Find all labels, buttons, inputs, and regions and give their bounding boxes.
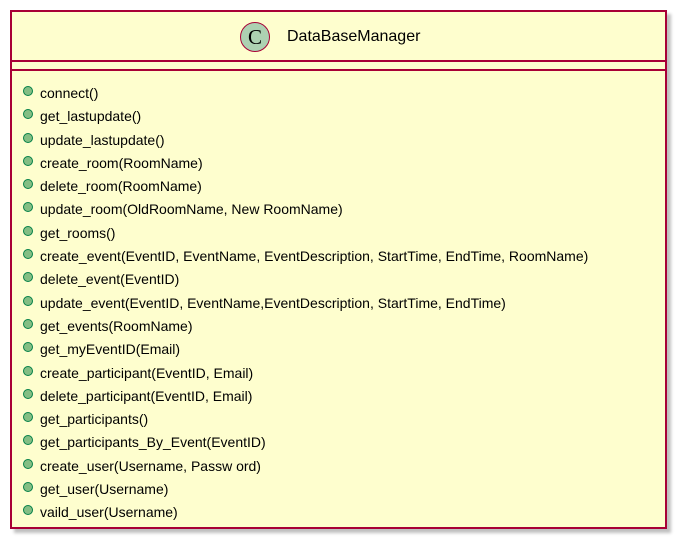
- methods-list: connect() get_lastupdate() update_lastupda…: [12, 82, 665, 525]
- method-item: create_user(Username, Passw ord): [12, 455, 665, 478]
- method-item: get_lastupdate(): [12, 105, 665, 128]
- method-signature: create_participant(EventID, Email): [40, 364, 254, 381]
- method-signature: vaild_user(Username): [40, 504, 178, 521]
- public-method-icon: [23, 249, 33, 260]
- method-signature: get_lastupdate(): [40, 108, 142, 125]
- method-signature: get_participants(): [40, 411, 149, 428]
- public-method-icon: [23, 318, 33, 329]
- method-signature: get_user(Username): [40, 481, 169, 498]
- class-header: C DataBaseManager: [12, 12, 665, 62]
- public-method-icon: [23, 458, 33, 469]
- method-signature: delete_participant(EventID, Email): [40, 387, 253, 404]
- method-item: update_lastupdate(): [12, 129, 665, 152]
- method-item: update_event(EventID, EventName,EventDes…: [12, 292, 665, 315]
- public-method-icon: [23, 365, 33, 376]
- method-item: get_participants(): [12, 408, 665, 431]
- methods-divider: [12, 69, 665, 71]
- method-item: get_participants_By_Event(EventID): [12, 431, 665, 454]
- public-method-icon: [23, 505, 33, 516]
- method-item: delete_event(EventID): [12, 268, 665, 291]
- method-item: delete_participant(EventID, Email): [12, 385, 665, 408]
- public-method-icon: [23, 155, 33, 166]
- public-method-icon: [23, 202, 33, 213]
- public-method-icon: [23, 109, 33, 120]
- public-method-icon: [23, 225, 33, 236]
- public-method-icon: [23, 435, 33, 446]
- public-method-icon: [23, 342, 33, 353]
- method-item: get_events(RoomName): [12, 315, 665, 338]
- class-stereotype-icon: C: [240, 22, 270, 52]
- method-signature: update_lastupdate(): [40, 131, 165, 148]
- public-method-icon: [23, 272, 33, 283]
- class-name: DataBaseManager: [287, 28, 421, 45]
- method-item: get_myEventID(Email): [12, 338, 665, 361]
- public-method-icon: [23, 132, 33, 143]
- method-signature: update_room(OldRoomName, New RoomName): [40, 201, 343, 218]
- method-signature: update_event(EventID, EventName,EventDes…: [40, 294, 506, 311]
- method-item: connect(): [12, 82, 665, 105]
- method-item: vaild_user(Username): [12, 501, 665, 524]
- public-method-icon: [23, 482, 33, 493]
- public-method-icon: [23, 388, 33, 399]
- method-item: create_room(RoomName): [12, 152, 665, 175]
- public-method-icon: [23, 295, 33, 306]
- class-box: C DataBaseManager connect() get_lastupdat…: [10, 10, 667, 529]
- method-item: create_event(EventID, EventName, EventDe…: [12, 245, 665, 268]
- attributes-divider: [12, 60, 665, 62]
- method-signature: get_rooms(): [40, 224, 116, 241]
- method-item: get_rooms(): [12, 222, 665, 245]
- method-signature: get_events(RoomName): [40, 317, 193, 334]
- method-signature: create_event(EventID, EventName, EventDe…: [40, 248, 589, 265]
- method-signature: create_user(Username, Passw ord): [40, 457, 261, 474]
- method-item: get_user(Username): [12, 478, 665, 501]
- method-signature: get_participants_By_Event(EventID): [40, 434, 266, 451]
- public-method-icon: [23, 179, 33, 190]
- method-signature: connect(): [40, 85, 99, 101]
- method-item: create_participant(EventID, Email): [12, 362, 665, 385]
- method-signature: create_room(RoomName): [40, 154, 203, 171]
- method-item: delete_room(RoomName): [12, 175, 665, 198]
- method-signature: delete_event(EventID): [40, 271, 180, 288]
- public-method-icon: [23, 86, 33, 96]
- public-method-icon: [23, 412, 33, 423]
- method-item: update_room(OldRoomName, New RoomName): [12, 198, 665, 221]
- method-signature: delete_room(RoomName): [40, 178, 202, 195]
- method-signature: get_myEventID(Email): [40, 341, 181, 358]
